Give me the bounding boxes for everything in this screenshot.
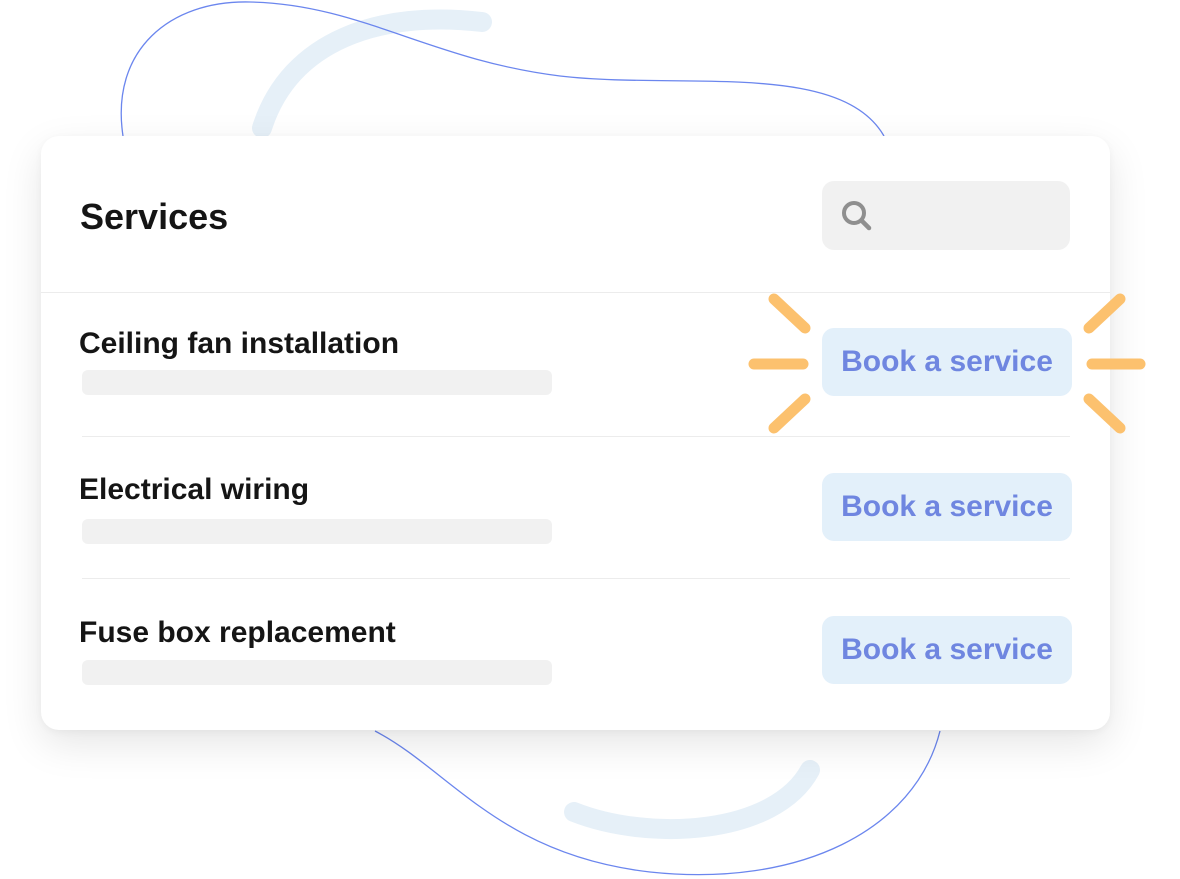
decor-line-bottom	[374, 730, 941, 876]
decor-line-top	[120, 1, 885, 137]
page-title: Services	[80, 196, 229, 237]
row-divider	[82, 436, 1070, 437]
book-service-button[interactable]: Book a service	[822, 473, 1072, 541]
search-input[interactable]	[880, 199, 1054, 234]
search-box[interactable]	[822, 181, 1070, 250]
stage: Services Ceiling fan installation Book a…	[0, 0, 1180, 879]
service-title: Fuse box replacement	[79, 616, 396, 649]
service-title: Ceiling fan installation	[79, 327, 400, 360]
row-divider	[82, 578, 1070, 579]
decor-arc-top	[252, 9, 492, 138]
book-service-button[interactable]: Book a service	[822, 328, 1072, 396]
service-description-placeholder	[82, 370, 552, 395]
service-description-placeholder	[82, 660, 552, 685]
service-description-placeholder	[82, 519, 552, 544]
services-card: Services Ceiling fan installation Book a…	[41, 136, 1110, 730]
decor-arc-bottom	[564, 760, 820, 840]
book-service-button[interactable]: Book a service	[822, 616, 1072, 684]
search-icon	[842, 201, 872, 231]
service-title: Electrical wiring	[79, 473, 310, 506]
header-divider	[41, 292, 1110, 293]
